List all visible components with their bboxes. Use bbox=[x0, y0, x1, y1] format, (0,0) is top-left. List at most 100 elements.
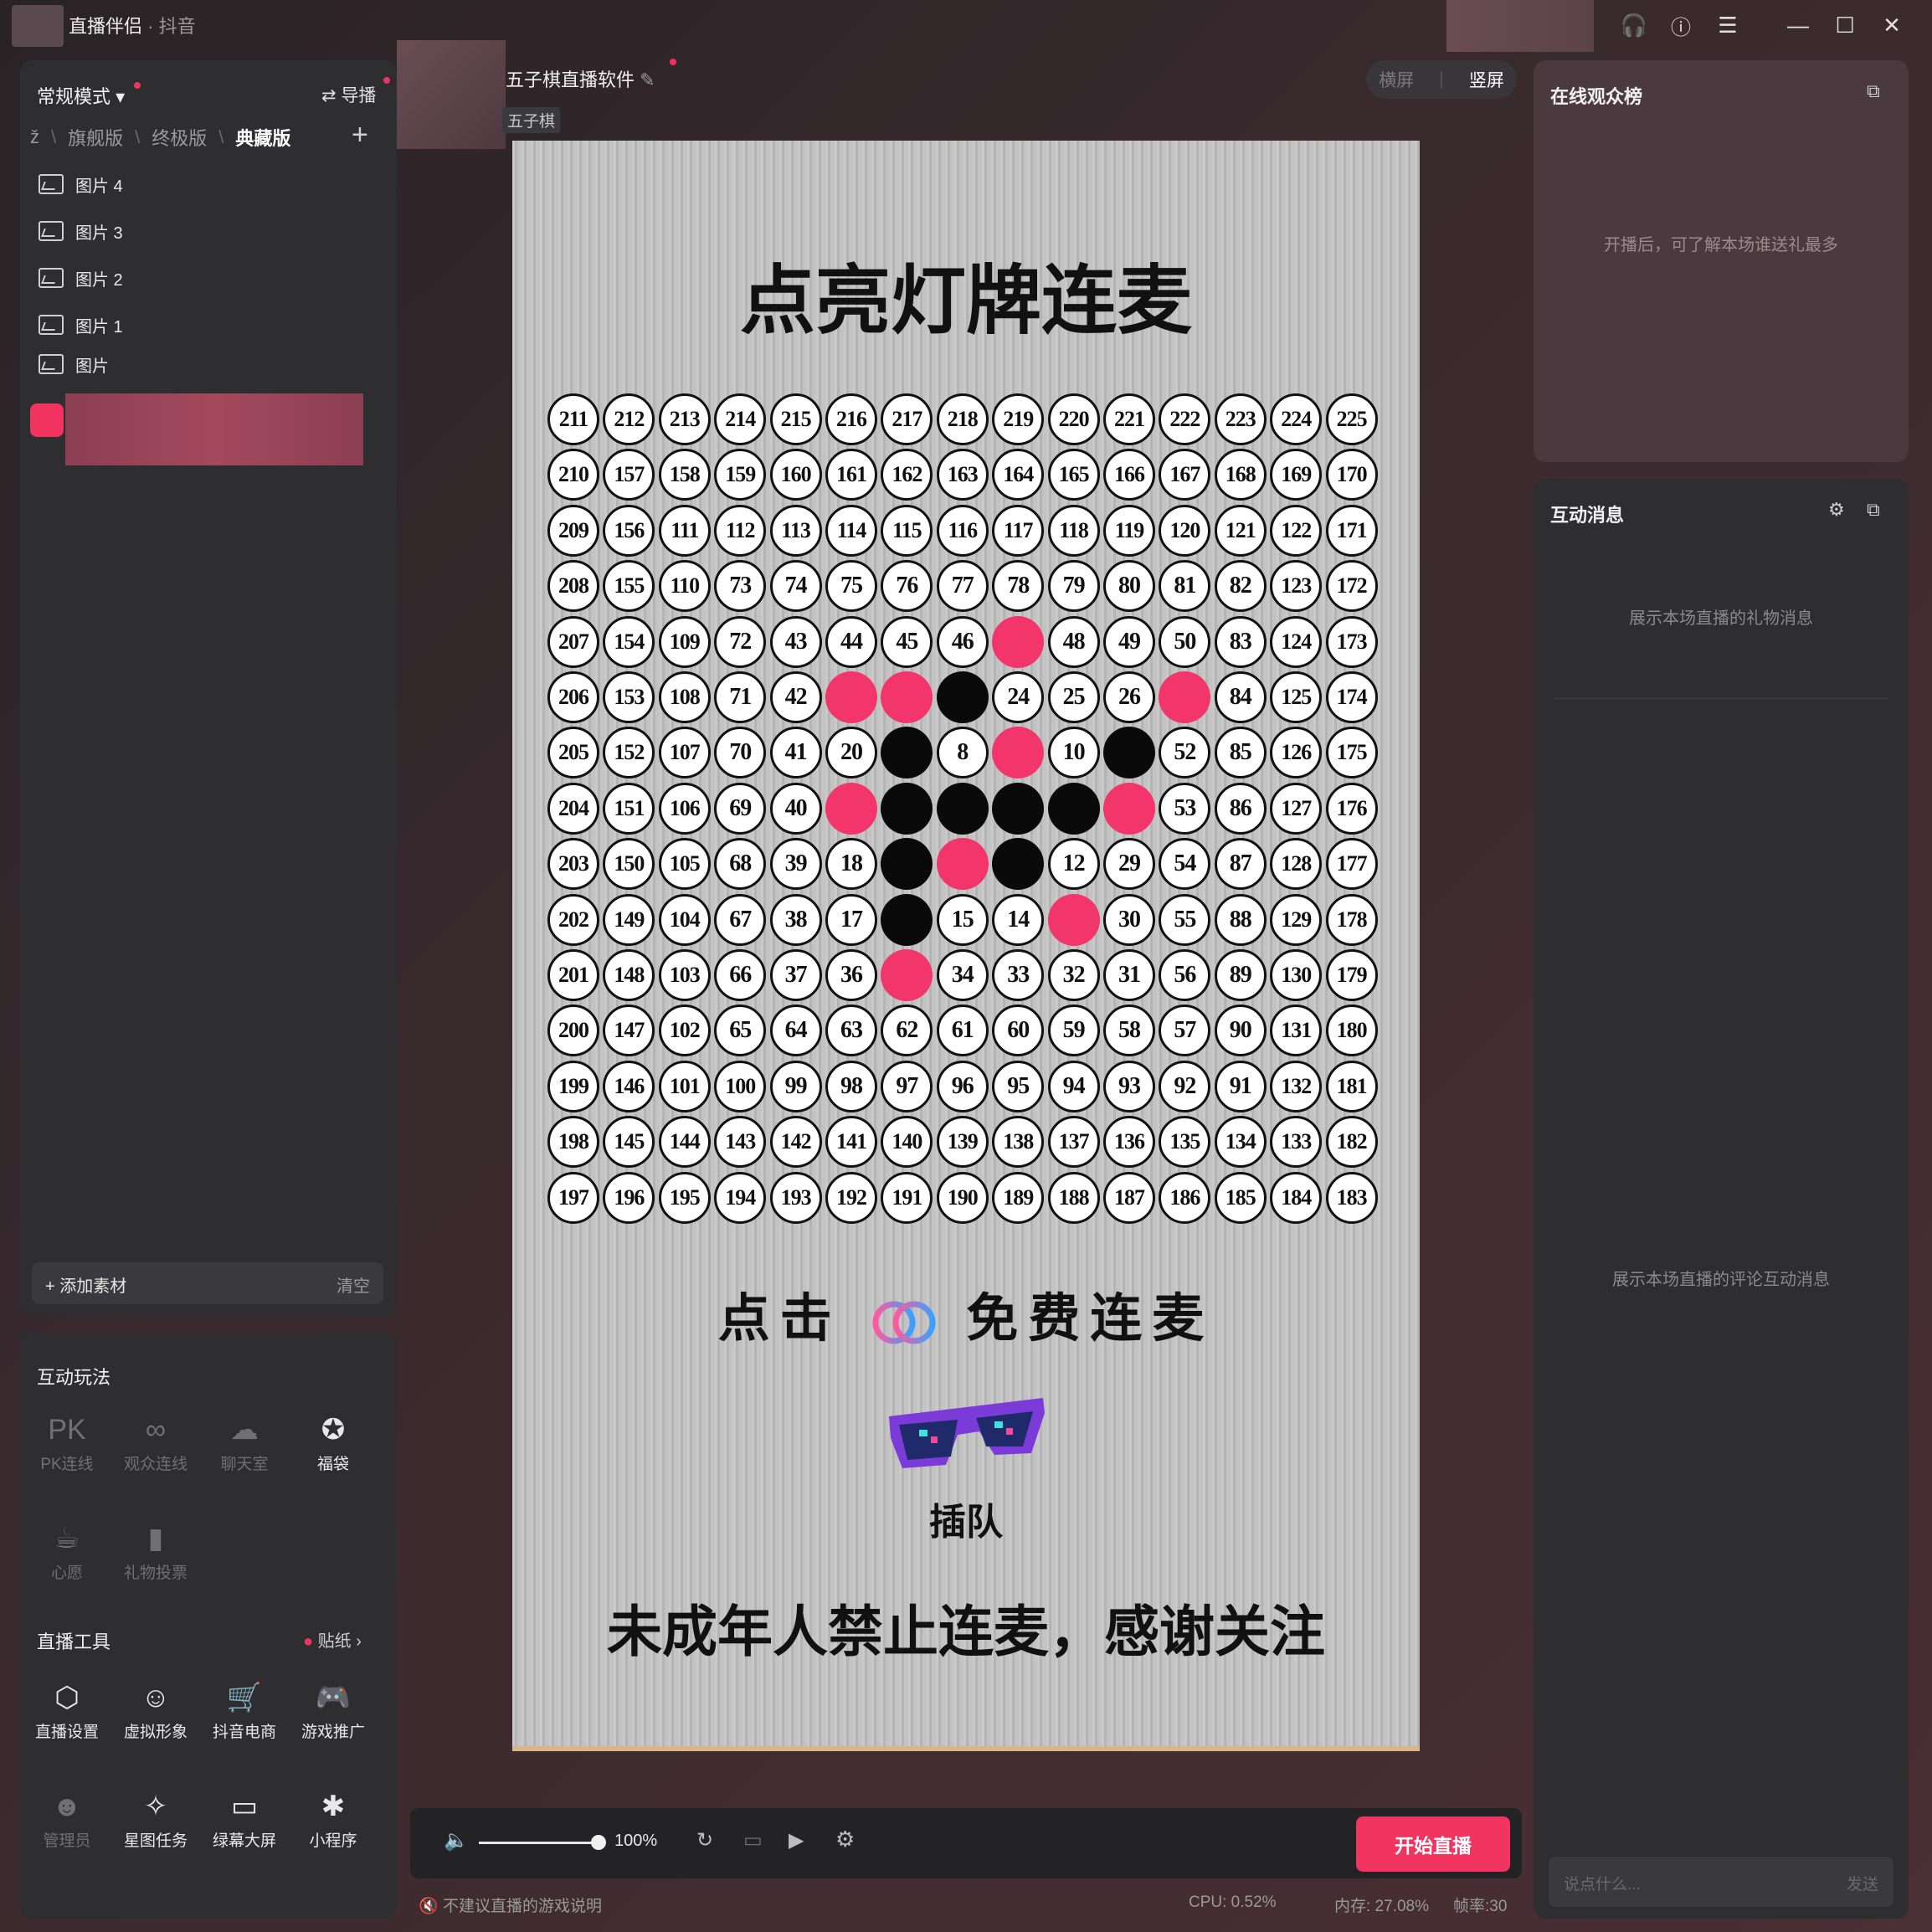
board-cell: 104 bbox=[658, 893, 711, 946]
▮-icon: ▮ bbox=[147, 1523, 164, 1554]
tool-礼物投票[interactable]: ▮ 礼物投票 bbox=[114, 1517, 198, 1583]
tool-聊天室[interactable]: ☁ 聊天室 bbox=[203, 1408, 286, 1474]
tool-游戏推广[interactable]: 🎮 游戏推广 bbox=[291, 1676, 375, 1742]
image-icon bbox=[39, 315, 64, 335]
board-cell: 121 bbox=[1214, 504, 1267, 557]
board-cell: 215 bbox=[769, 393, 822, 445]
black-stone bbox=[881, 893, 933, 946]
minor-notice: 未成年人禁止连麦，感谢关注 bbox=[607, 1601, 1325, 1662]
board-cell: 118 bbox=[1047, 504, 1100, 557]
tool-抖音电商[interactable]: 🛒 抖音电商 bbox=[203, 1676, 286, 1742]
black-stone bbox=[1047, 782, 1100, 835]
board-cell: 221 bbox=[1103, 393, 1155, 445]
sticker-link[interactable]: ● 贴纸 › bbox=[303, 1627, 362, 1652]
tool-福袋[interactable]: ✪ 福袋 bbox=[291, 1408, 375, 1474]
board-cell: 165 bbox=[1047, 449, 1100, 501]
add-scene-icon[interactable]: + bbox=[352, 119, 368, 152]
source-item[interactable]: 图片 bbox=[39, 353, 109, 375]
black-stone bbox=[992, 838, 1045, 891]
scene-tab-active[interactable]: 典藏版 bbox=[235, 124, 290, 151]
tool-小程序[interactable]: ✱ 小程序 bbox=[291, 1785, 375, 1851]
board-cell: 39 bbox=[769, 838, 822, 891]
scene-tab[interactable]: ž bbox=[30, 126, 39, 148]
source-item[interactable]: 图片 3 bbox=[39, 213, 123, 249]
source-item[interactable]: 图片 1 bbox=[39, 306, 123, 343]
☕-icon: ☕ bbox=[54, 1523, 80, 1554]
video-icon[interactable]: ▶ bbox=[789, 1828, 804, 1852]
tool-label: 观众连线 bbox=[123, 1456, 188, 1473]
board-cell: 114 bbox=[825, 504, 877, 557]
help-icon[interactable]: ⓘ bbox=[1666, 10, 1696, 40]
board-cell: 134 bbox=[1214, 1116, 1267, 1169]
volume-handle[interactable] bbox=[591, 1835, 606, 1850]
board-cell: 175 bbox=[1325, 727, 1378, 779]
board-cell: 195 bbox=[658, 1171, 711, 1224]
landscape-option[interactable]: 横屏 bbox=[1379, 67, 1414, 92]
scene-tab[interactable]: 终极版 bbox=[152, 124, 207, 151]
board-cell: 85 bbox=[1214, 727, 1267, 779]
tool-直播设置[interactable]: ⬡ 直播设置 bbox=[25, 1676, 109, 1742]
tool-虚拟形象[interactable]: ☺ 虚拟形象 bbox=[114, 1676, 198, 1742]
camera-switch-icon[interactable]: ↻ bbox=[696, 1828, 713, 1852]
message-input[interactable]: 说点什么... 发送 bbox=[1549, 1857, 1893, 1907]
add-material-button[interactable]: + 添加素材 bbox=[45, 1272, 126, 1297]
board-cell: 113 bbox=[769, 504, 822, 557]
board-cell: 150 bbox=[603, 838, 655, 891]
board-cell: 74 bbox=[769, 560, 822, 613]
board-cell: 122 bbox=[1270, 504, 1323, 557]
board-cell: 192 bbox=[825, 1171, 877, 1224]
tool-观众连线[interactable]: ∞ 观众连线 bbox=[114, 1408, 198, 1474]
mute-icon[interactable]: 🔈 bbox=[444, 1828, 469, 1852]
board-cell: 166 bbox=[1103, 449, 1155, 501]
preview-canvas: 点亮灯牌连麦 211 212 213 214 215 216 217 218 219 220 221… bbox=[512, 141, 1420, 1751]
tool-心愿[interactable]: ☕ 心愿 bbox=[25, 1517, 109, 1583]
board-cell: 169 bbox=[1270, 449, 1323, 501]
board-cell: 123 bbox=[1270, 560, 1323, 613]
popout-icon[interactable]: ⧉ bbox=[1867, 80, 1880, 102]
settings-icon[interactable]: ⚙ bbox=[835, 1827, 855, 1852]
tool-星图任务[interactable]: ✧ 星图任务 bbox=[114, 1785, 198, 1851]
clear-button[interactable]: 清空 bbox=[337, 1272, 370, 1297]
portrait-option[interactable]: 竖屏 bbox=[1469, 67, 1504, 92]
source-item-selected[interactable] bbox=[30, 393, 390, 465]
volume-slider[interactable] bbox=[479, 1842, 596, 1844]
board-cell: 217 bbox=[881, 393, 933, 445]
source-item[interactable]: 图片 2 bbox=[39, 259, 123, 296]
board-cell: 219 bbox=[992, 393, 1045, 445]
tool-管理员[interactable]: ☻ 管理员 bbox=[25, 1785, 109, 1851]
guide-button[interactable]: ⇄ 导播 bbox=[321, 82, 376, 107]
board-cell: 163 bbox=[936, 449, 989, 501]
settings-icon[interactable]: ⚙ bbox=[1828, 499, 1845, 521]
board-cell: 88 bbox=[1214, 893, 1267, 946]
fps: 帧率:30 bbox=[1453, 1898, 1508, 1915]
mode-select[interactable]: 常规模式 ▾ bbox=[37, 82, 125, 109]
headset-icon[interactable]: 🎧 bbox=[1619, 10, 1649, 40]
board-cell: 65 bbox=[714, 1005, 767, 1057]
send-button[interactable]: 发送 bbox=[1847, 1872, 1878, 1894]
source-item[interactable]: 图片 4 bbox=[39, 166, 123, 203]
board-cell: 81 bbox=[1159, 560, 1211, 613]
black-stone bbox=[1103, 727, 1155, 779]
maximize-icon[interactable]: ☐ bbox=[1830, 10, 1860, 40]
board-cell: 214 bbox=[714, 393, 767, 445]
close-icon[interactable]: ✕ bbox=[1877, 10, 1907, 40]
tool-PK连线[interactable]: PK PK连线 bbox=[25, 1408, 109, 1474]
scene-title[interactable]: 五子棋直播软件 ✎ bbox=[506, 65, 655, 92]
board-cell: 212 bbox=[603, 393, 655, 445]
scene-tab[interactable]: 旗舰版 bbox=[68, 124, 123, 151]
board-cell: 66 bbox=[714, 949, 767, 1001]
game-notice-link[interactable]: 🔇 不建议直播的游戏说明 bbox=[419, 1898, 602, 1915]
screen-icon[interactable]: ▭ bbox=[743, 1828, 763, 1852]
minimize-icon[interactable]: — bbox=[1783, 10, 1813, 40]
board-cell: 60 bbox=[992, 1005, 1045, 1057]
board-cell: 198 bbox=[547, 1116, 599, 1169]
board-cell: 224 bbox=[1270, 393, 1323, 445]
🎮-icon: 🎮 bbox=[315, 1682, 352, 1714]
tool-label: 福袋 bbox=[316, 1456, 349, 1473]
board-cell: 99 bbox=[769, 1060, 822, 1112]
menu-icon[interactable]: ☰ bbox=[1713, 10, 1743, 40]
start-live-button[interactable]: 开始直播 bbox=[1356, 1816, 1510, 1872]
popout-icon[interactable]: ⧉ bbox=[1867, 499, 1880, 521]
tool-绿幕大屏[interactable]: ▭ 绿幕大屏 bbox=[203, 1785, 286, 1851]
board-cell: 61 bbox=[936, 1005, 989, 1057]
